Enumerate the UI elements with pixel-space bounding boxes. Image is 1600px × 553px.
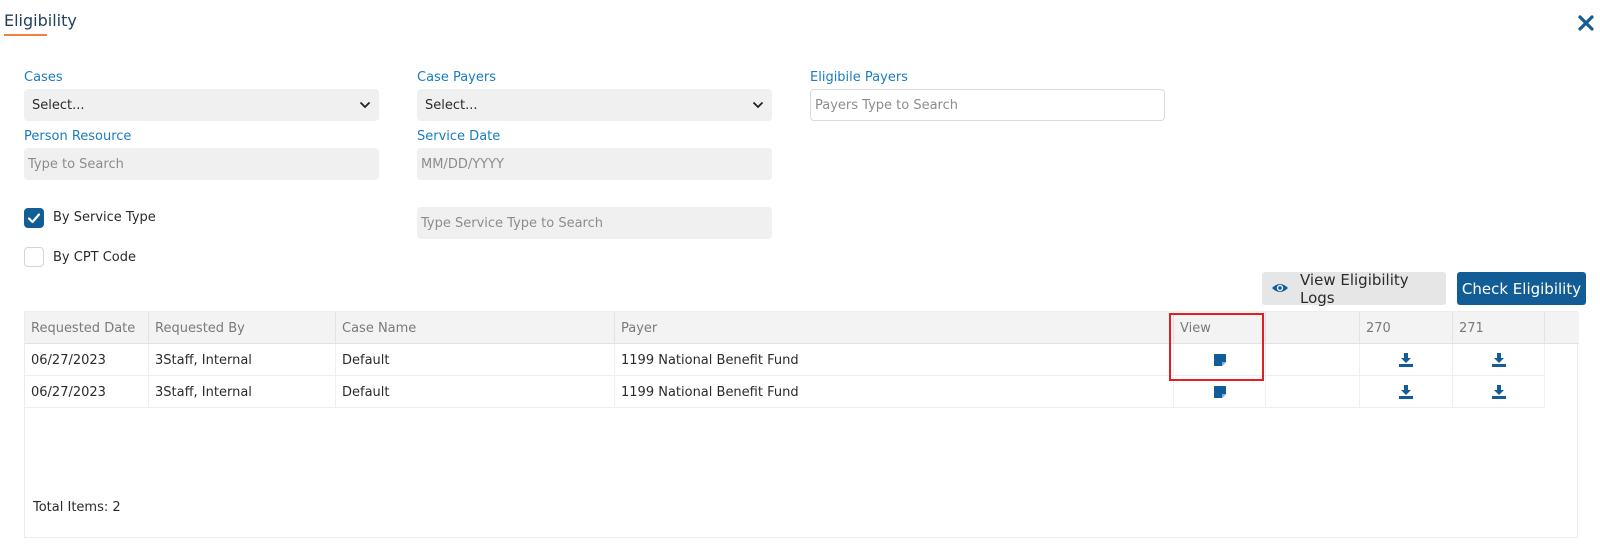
chevron-down-icon: [359, 101, 371, 109]
table-row: 06/27/2023 3Staff, Internal Default 1199…: [25, 376, 1545, 408]
by-cpt-code-checkbox[interactable]: [24, 247, 44, 267]
total-items: Total Items: 2: [33, 500, 121, 515]
payer-cell: 1199 National Benefit Fund: [615, 376, 1174, 408]
col-blank: [1266, 312, 1360, 344]
col-270: 270: [1360, 312, 1453, 344]
by-cpt-code-label: By CPT Code: [53, 250, 137, 265]
by-service-type-label: By Service Type: [53, 210, 156, 225]
eligible-payers-placeholder: Payers Type to Search: [815, 97, 958, 113]
requested-date-cell: 06/27/2023: [25, 376, 149, 408]
eye-icon: [1272, 284, 1288, 292]
case-payers-label: Case Payers: [417, 70, 496, 85]
by-service-type-checkbox[interactable]: [24, 208, 44, 228]
note-icon[interactable]: [1213, 354, 1226, 366]
blank-cell: [1266, 376, 1360, 408]
check-eligibility-button[interactable]: Check Eligibility: [1457, 272, 1586, 305]
col-case-name[interactable]: Case Name: [336, 312, 615, 344]
col-requested-by[interactable]: Requested By: [149, 312, 336, 344]
blank-cell: [1266, 344, 1360, 376]
chevron-down-icon: [752, 101, 764, 109]
col-payer[interactable]: Payer: [615, 312, 1174, 344]
download-270-cell: [1360, 376, 1453, 408]
col-requested-date[interactable]: Requested Date: [25, 312, 149, 344]
cases-label: Cases: [24, 70, 63, 85]
cases-select-value: Select...: [32, 97, 85, 113]
download-icon[interactable]: [1399, 353, 1413, 367]
title-underline: [4, 34, 47, 36]
service-date-input[interactable]: MM/DD/YYYY: [417, 148, 772, 180]
download-icon[interactable]: [1491, 385, 1506, 399]
eligible-payers-input[interactable]: Payers Type to Search: [810, 89, 1165, 121]
download-icon[interactable]: [1491, 353, 1506, 367]
person-resource-input[interactable]: Type to Search: [24, 148, 379, 180]
case-payers-select-value: Select...: [425, 97, 478, 113]
download-271-cell: [1453, 344, 1545, 376]
service-date-placeholder: MM/DD/YYYY: [421, 156, 504, 172]
view-cell: [1174, 376, 1266, 408]
close-icon[interactable]: [1577, 14, 1595, 32]
person-resource-label: Person Resource: [24, 129, 132, 144]
eligible-payers-label: Eligibile Payers: [810, 70, 908, 85]
view-eligibility-logs-label: View Eligibility Logs: [1300, 270, 1409, 307]
view-eligibility-logs-button[interactable]: View Eligibility Logs: [1262, 270, 1446, 307]
dialog-title: Eligibility: [4, 11, 77, 30]
download-270-cell: [1360, 344, 1453, 376]
requested-by-cell: 3Staff, Internal: [149, 344, 336, 376]
service-type-search-input[interactable]: Type Service Type to Search: [417, 207, 772, 239]
service-date-label: Service Date: [417, 129, 501, 144]
requested-date-cell: 06/27/2023: [25, 344, 149, 376]
case-name-cell: Default: [336, 344, 615, 376]
person-resource-placeholder: Type to Search: [28, 156, 124, 172]
download-icon[interactable]: [1399, 385, 1413, 399]
note-icon[interactable]: [1213, 386, 1226, 398]
col-view: View: [1174, 312, 1266, 344]
view-cell: [1174, 344, 1266, 376]
col-271: 271: [1453, 312, 1545, 344]
case-name-cell: Default: [336, 376, 615, 408]
cases-select[interactable]: Select...: [24, 89, 379, 121]
check-icon: [27, 213, 41, 224]
download-271-cell: [1453, 376, 1545, 408]
payer-cell: 1199 National Benefit Fund: [615, 344, 1174, 376]
table-row: 06/27/2023 3Staff, Internal Default 1199…: [25, 344, 1545, 376]
grid-header: Requested Date Requested By Case Name Pa…: [25, 312, 1579, 344]
eligibility-grid: Requested Date Requested By Case Name Pa…: [24, 311, 1579, 538]
case-payers-select[interactable]: Select...: [417, 89, 772, 121]
service-type-search-placeholder: Type Service Type to Search: [421, 215, 604, 231]
requested-by-cell: 3Staff, Internal: [149, 376, 336, 408]
